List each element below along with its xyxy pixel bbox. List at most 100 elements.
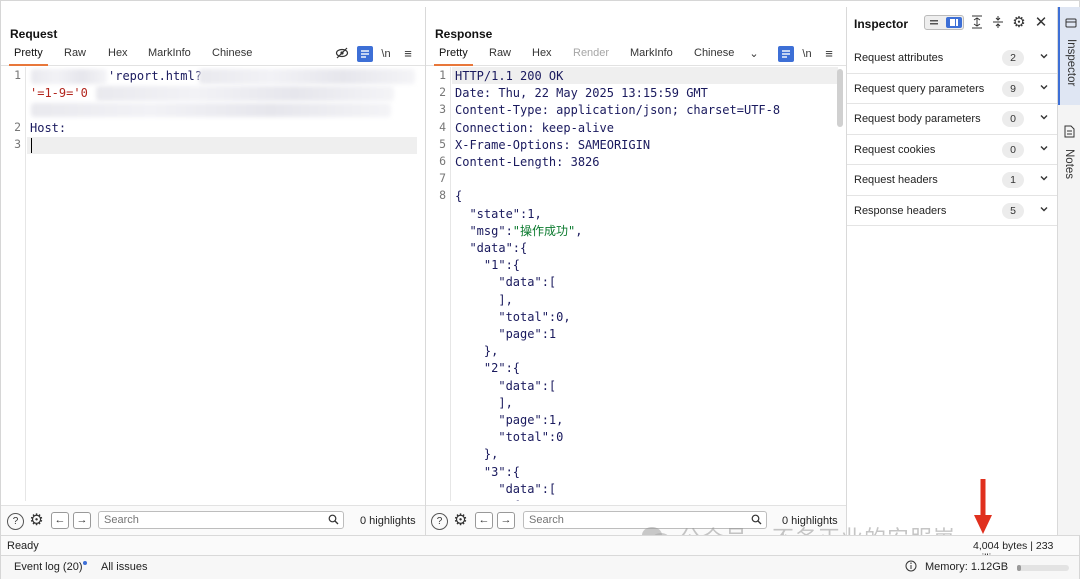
next-match-button[interactable]: → xyxy=(73,512,91,529)
line-number: 4 xyxy=(439,119,446,134)
rail-notes-label: Notes xyxy=(1063,149,1075,180)
inspector-rail-icon xyxy=(1065,17,1077,32)
expand-all-icon[interactable] xyxy=(969,15,985,31)
help-icon[interactable]: ? xyxy=(7,513,24,530)
response-pane: Response Pretty Raw Hex Render MarkInfo … xyxy=(426,7,847,535)
next-match-button[interactable]: → xyxy=(497,512,515,529)
help-icon[interactable]: ? xyxy=(431,513,448,530)
all-issues-link[interactable]: All issues xyxy=(101,561,147,573)
response-json-line: }, xyxy=(455,447,499,462)
inspector-sections: Request attributes 2 Request query paramet… xyxy=(847,43,1057,226)
inspector-section-request-cookies[interactable]: Request cookies 0 xyxy=(847,135,1057,165)
previous-match-button[interactable]: ← xyxy=(51,512,69,529)
inspector-section-request-body-parameters[interactable]: Request body parameters 0 xyxy=(847,104,1057,135)
response-tab-pretty[interactable]: Pretty xyxy=(434,46,473,66)
redacted-text xyxy=(199,69,415,84)
request-menu-icon[interactable]: ≡ xyxy=(400,46,416,62)
line-number: 8 xyxy=(439,188,446,203)
inspector-section-label: Response headers xyxy=(854,204,947,217)
inspector-section-label: Request body parameters xyxy=(854,113,981,125)
chevron-down-icon[interactable] xyxy=(1039,51,1049,64)
response-json-line: "1":{ xyxy=(455,258,521,273)
redacted-text xyxy=(31,69,107,84)
response-scrollbar[interactable] xyxy=(837,69,843,127)
notification-dot-icon xyxy=(83,561,88,565)
response-json-line: "total":0, xyxy=(455,309,571,324)
chevron-down-icon[interactable] xyxy=(1039,82,1049,95)
response-tab-chinese[interactable]: Chinese xyxy=(689,46,739,66)
request-tab-chinese[interactable]: Chinese xyxy=(207,46,257,66)
request-editor[interactable]: 1 2 3 'report.html? '=1-9='0 Host: xyxy=(1,67,425,501)
pretty-print-toggle-icon[interactable] xyxy=(357,46,373,62)
chevron-down-icon[interactable] xyxy=(1039,112,1049,125)
panel-view-icon[interactable] xyxy=(946,17,962,28)
response-editor[interactable]: 1 2 3 4 5 6 7 8 HTTP/1.1 200 OK Date: Thu, 22 Ma… xyxy=(426,67,846,501)
inspector-section-label: Request headers xyxy=(854,174,938,186)
close-icon[interactable]: ✕ xyxy=(1033,15,1049,31)
inspector-section-response-headers[interactable]: Response headers 5 xyxy=(847,196,1057,226)
memory-bar-fill xyxy=(1017,565,1021,571)
response-tab-markinfo[interactable]: MarkInfo xyxy=(625,46,678,66)
tab-dropdown-icon[interactable]: ⌄ xyxy=(746,46,762,62)
inspector-section-request-attributes[interactable]: Request attributes 2 xyxy=(847,43,1057,74)
response-line: X-Frame-Options: SAMEORIGIN xyxy=(455,137,651,152)
response-json-line: "data":[ xyxy=(455,275,557,290)
response-json-line: "data":{ xyxy=(455,241,528,255)
search-icon[interactable] xyxy=(328,514,339,528)
chevron-down-icon[interactable] xyxy=(1039,204,1049,217)
response-json-line: { xyxy=(455,498,838,501)
response-json-line: "state":1, xyxy=(455,206,542,221)
inspector-count-badge: 5 xyxy=(1002,202,1024,219)
response-json-line: "3":{ xyxy=(455,464,521,479)
request-gutter: 1 2 3 xyxy=(1,67,26,501)
request-tab-hex[interactable]: Hex xyxy=(103,46,133,66)
settings-gear-icon[interactable]: ⚙ xyxy=(452,513,469,530)
memory-bar xyxy=(1017,565,1069,571)
rail-tab-notes[interactable]: Notes xyxy=(1058,117,1080,197)
response-json-line: ], xyxy=(455,292,513,307)
hide-nonprintable-icon[interactable] xyxy=(334,46,350,62)
response-json-line: "msg":"操作成功", xyxy=(455,223,583,238)
response-tab-hex[interactable]: Hex xyxy=(527,46,557,66)
status-bar: Ready 4,004 bytes | 233 millis xyxy=(1,535,1079,564)
request-tab-markinfo[interactable]: MarkInfo xyxy=(143,46,196,66)
pretty-print-toggle-icon[interactable] xyxy=(778,46,794,62)
response-tab-raw[interactable]: Raw xyxy=(484,46,516,66)
line-number: 5 xyxy=(439,136,446,151)
redacted-text xyxy=(96,86,394,101)
previous-match-button[interactable]: ← xyxy=(475,512,493,529)
event-log-label: Event log (20) xyxy=(14,561,83,573)
event-log-link[interactable]: Event log (20) xyxy=(14,561,88,573)
request-tab-raw[interactable]: Raw xyxy=(59,46,91,66)
response-line: { xyxy=(455,189,463,204)
inspector-layout-toggle[interactable] xyxy=(924,15,964,30)
request-tab-pretty[interactable]: Pretty xyxy=(9,46,48,66)
footer-bar: Event log (20) All issues Memory: 1.12GB xyxy=(1,555,1079,579)
inspector-section-label: Request query parameters xyxy=(854,82,985,95)
response-tab-render[interactable]: Render xyxy=(568,46,614,66)
inspector-settings-gear-icon[interactable]: ⚙ xyxy=(1011,15,1027,31)
collapse-all-icon[interactable] xyxy=(990,15,1006,31)
response-gutter: 1 2 3 4 5 6 7 8 xyxy=(426,67,451,501)
response-line: Date: Thu, 22 May 2025 13:15:59 GMT xyxy=(455,86,708,101)
inspector-count-badge: 2 xyxy=(1002,50,1024,66)
rail-tab-inspector[interactable]: Inspector xyxy=(1058,7,1080,105)
line-number: 1 xyxy=(14,68,21,82)
inspector-section-request-query-parameters[interactable]: Request query parameters 9 xyxy=(847,74,1057,104)
inspector-count-badge: 9 xyxy=(1002,80,1024,97)
list-view-icon[interactable] xyxy=(926,17,942,28)
notes-icon xyxy=(1064,125,1075,141)
response-menu-icon[interactable]: ≡ xyxy=(821,46,837,62)
response-json-line: "2":{ xyxy=(455,361,521,376)
newline-toggle-button[interactable]: \n xyxy=(378,46,394,62)
inspector-title: Inspector xyxy=(854,17,909,31)
burp-repeater-window: Request Pretty Raw Hex MarkInfo Chinese … xyxy=(0,0,1080,579)
newline-toggle-button[interactable]: \n xyxy=(799,46,815,62)
line-number: 3 xyxy=(14,137,21,151)
inspector-count-badge: 1 xyxy=(1002,172,1024,188)
request-search-input[interactable] xyxy=(98,511,344,529)
settings-gear-icon[interactable]: ⚙ xyxy=(28,513,45,530)
inspector-section-request-headers[interactable]: Request headers 1 xyxy=(847,165,1057,196)
chevron-down-icon[interactable] xyxy=(1039,173,1049,186)
chevron-down-icon[interactable] xyxy=(1039,143,1049,156)
